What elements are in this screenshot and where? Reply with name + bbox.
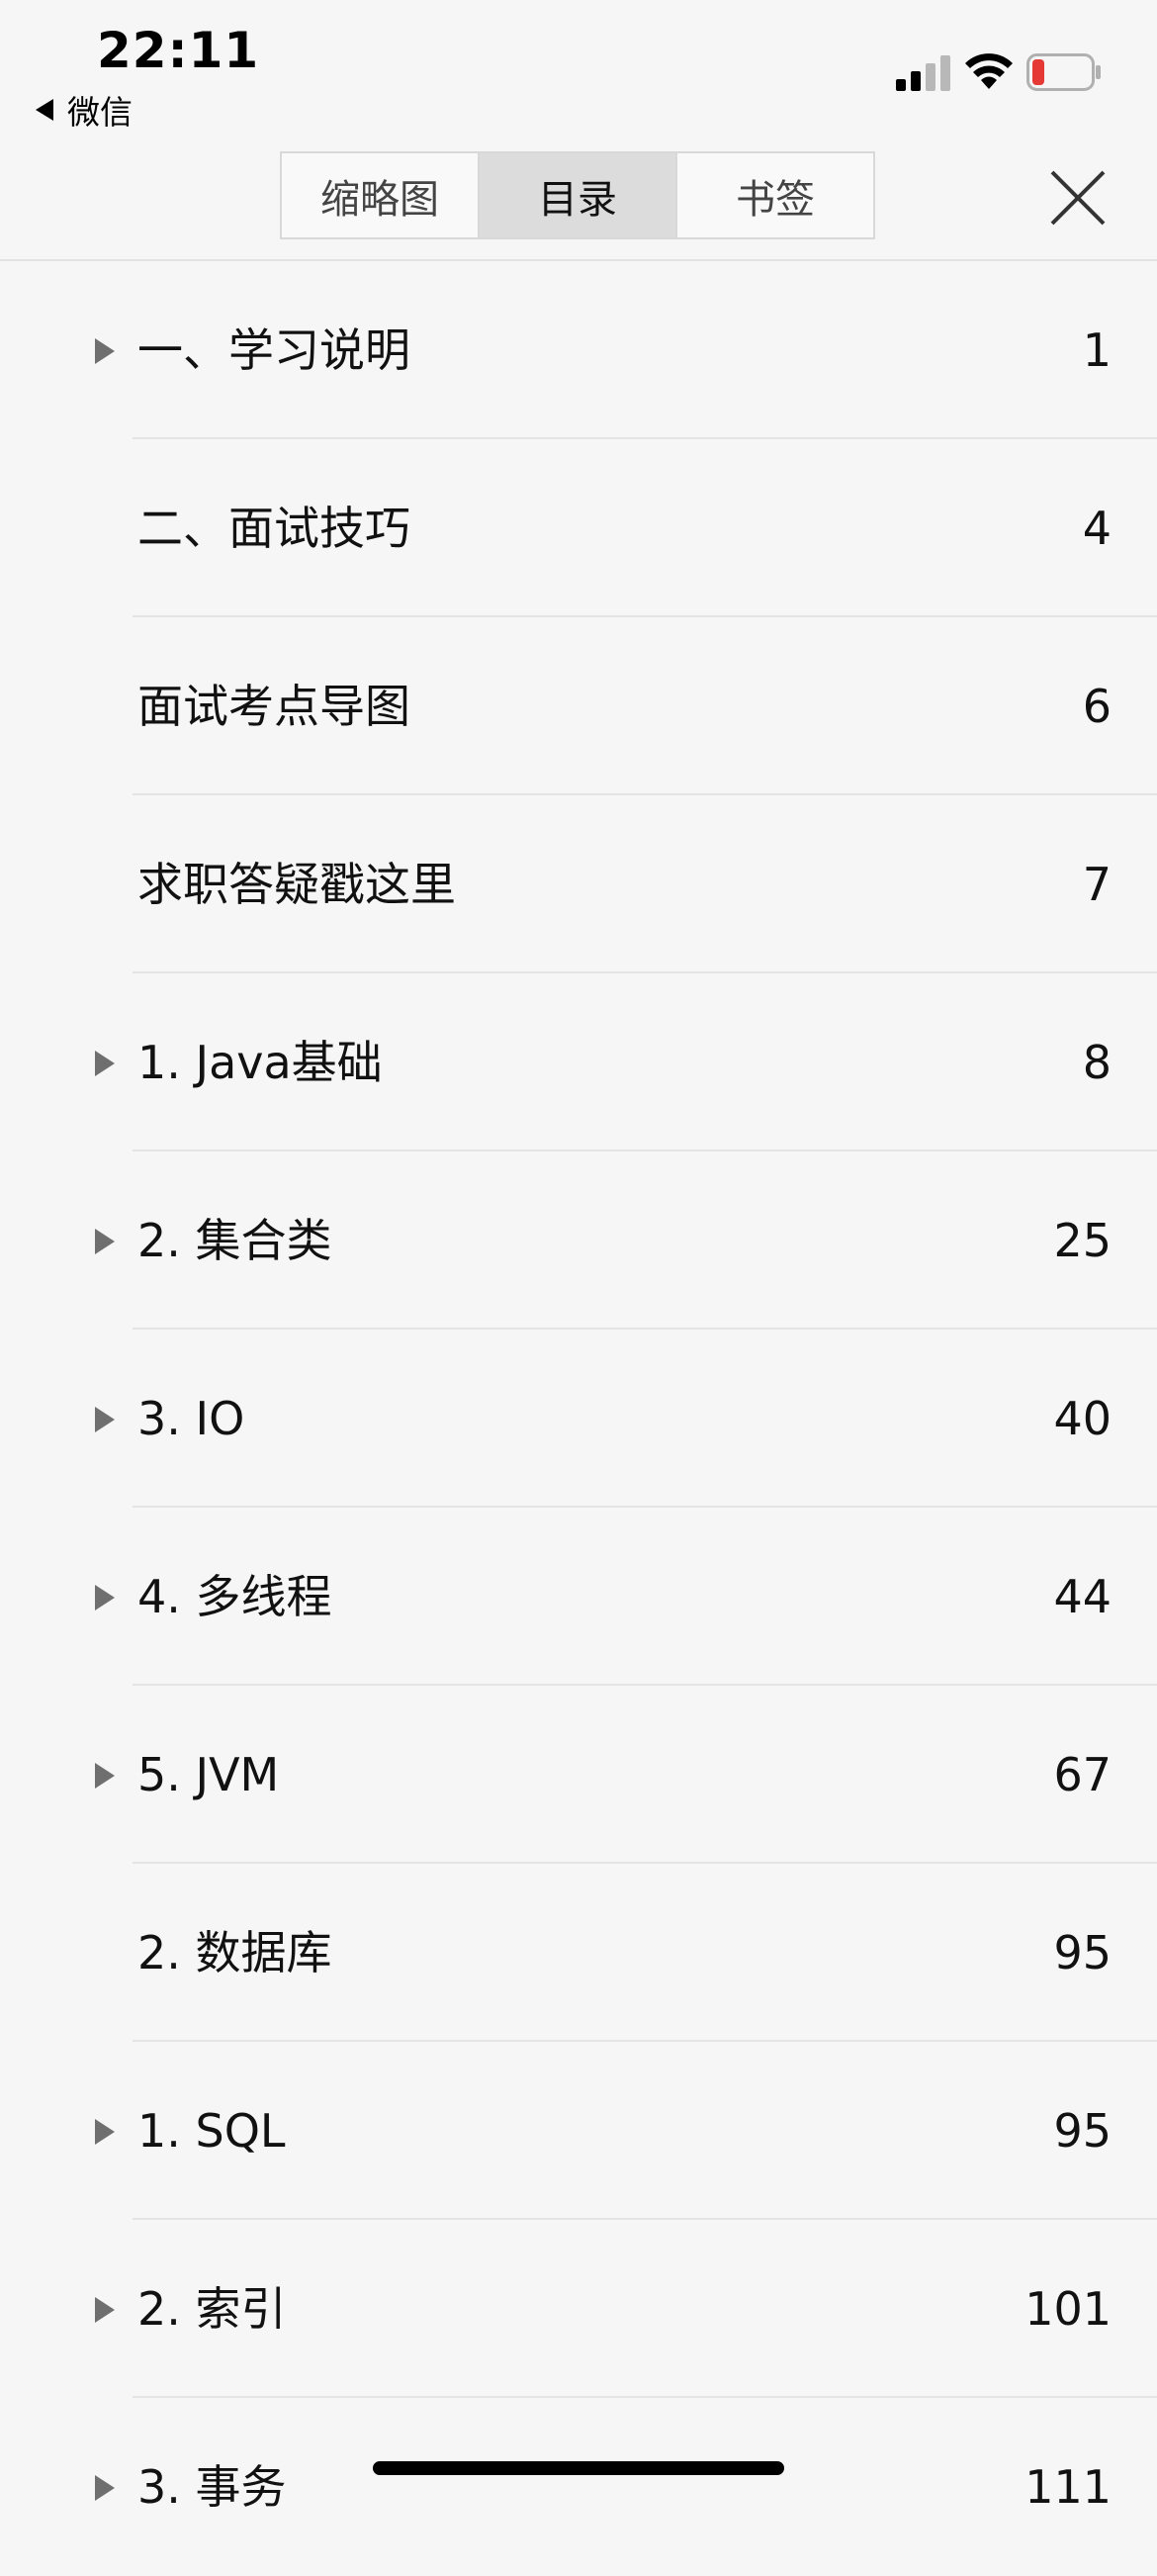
- toc-item-title: 求职答疑戳这里: [137, 858, 456, 911]
- wifi-icon: [965, 53, 1013, 89]
- toc-item[interactable]: 2. 索引 101: [0, 2220, 1157, 2398]
- toc-item[interactable]: 1. Java基础 8: [0, 973, 1157, 1151]
- toc-item-title: 2. 索引: [137, 2282, 287, 2336]
- toc-item[interactable]: 3. IO 40: [0, 1330, 1157, 1508]
- back-app-label: 微信: [67, 93, 133, 132]
- toc-item-page: 25: [1053, 1214, 1112, 1267]
- table-of-contents: 一、学习说明 1 二、面试技巧 4 面试考点导图 6 求职答疑戳这里 7 1. …: [0, 261, 1157, 2576]
- toc-item[interactable]: 求职答疑戳这里 7: [0, 795, 1157, 973]
- battery-icon: [1026, 53, 1101, 91]
- home-indicator[interactable]: [373, 2461, 784, 2475]
- toc-item-title: 2. 数据库: [137, 1926, 332, 1979]
- tab-contents[interactable]: 目录: [478, 153, 675, 237]
- expand-arrow-icon[interactable]: [95, 2297, 115, 2323]
- toc-item-page: 111: [1024, 2460, 1112, 2514]
- toc-item[interactable]: 4. 多线程 44: [0, 1508, 1157, 1686]
- toc-item[interactable]: 3. 事务 111: [0, 2398, 1157, 2576]
- cellular-signal-icon: [896, 55, 950, 91]
- toc-item-page: 101: [1024, 2282, 1112, 2336]
- toc-item-title: 二、面试技巧: [137, 502, 410, 555]
- status-time: 22:11: [97, 22, 260, 79]
- expand-arrow-icon[interactable]: [95, 1763, 115, 1789]
- toc-item-page: 4: [1082, 502, 1112, 555]
- expand-arrow-icon[interactable]: [95, 2119, 115, 2145]
- toc-item-page: 40: [1053, 1392, 1112, 1445]
- back-arrow-icon: [36, 99, 53, 121]
- expand-arrow-icon[interactable]: [95, 1585, 115, 1610]
- toc-item-title: 1. SQL: [137, 2104, 286, 2158]
- toc-item[interactable]: 一、学习说明 1: [0, 261, 1157, 439]
- expand-arrow-icon[interactable]: [95, 1051, 115, 1076]
- toc-item[interactable]: 5. JVM 67: [0, 1686, 1157, 1864]
- back-to-wechat-button[interactable]: 微信: [36, 87, 133, 133]
- toc-item-title: 面试考点导图: [137, 680, 410, 733]
- toc-item-title: 一、学习说明: [137, 323, 410, 377]
- expand-arrow-icon[interactable]: [95, 338, 115, 364]
- view-mode-tabs: 缩略图 目录 书签: [280, 151, 875, 239]
- toc-item-page: 8: [1082, 1036, 1112, 1089]
- toc-item-page: 7: [1082, 858, 1112, 911]
- toc-item-title: 1. Java基础: [137, 1036, 383, 1089]
- toc-item-page: 6: [1082, 680, 1112, 733]
- toc-item-page: 67: [1053, 1748, 1112, 1801]
- toc-item-title: 4. 多线程: [137, 1570, 332, 1623]
- toc-item-page: 95: [1053, 1926, 1112, 1979]
- toc-item[interactable]: 1. SQL 95: [0, 2042, 1157, 2220]
- tab-thumbnails[interactable]: 缩略图: [282, 153, 478, 237]
- close-icon[interactable]: [1048, 168, 1108, 228]
- toc-item-page: 95: [1053, 2104, 1112, 2158]
- expand-arrow-icon[interactable]: [95, 2475, 115, 2501]
- tab-bookmarks[interactable]: 书签: [675, 153, 873, 237]
- toc-item-title: 5. JVM: [137, 1748, 280, 1801]
- expand-arrow-icon[interactable]: [95, 1229, 115, 1254]
- expand-arrow-icon[interactable]: [95, 1407, 115, 1432]
- toc-item[interactable]: 二、面试技巧 4: [0, 439, 1157, 617]
- toc-item-page: 1: [1082, 323, 1112, 377]
- toc-item-title: 3. 事务: [137, 2460, 287, 2514]
- toc-item-title: 2. 集合类: [137, 1214, 332, 1267]
- toc-item[interactable]: 2. 集合类 25: [0, 1151, 1157, 1330]
- toc-item[interactable]: 2. 数据库 95: [0, 1864, 1157, 2042]
- toc-item-page: 44: [1053, 1570, 1112, 1623]
- toc-item[interactable]: 面试考点导图 6: [0, 617, 1157, 795]
- toc-item-title: 3. IO: [137, 1392, 245, 1445]
